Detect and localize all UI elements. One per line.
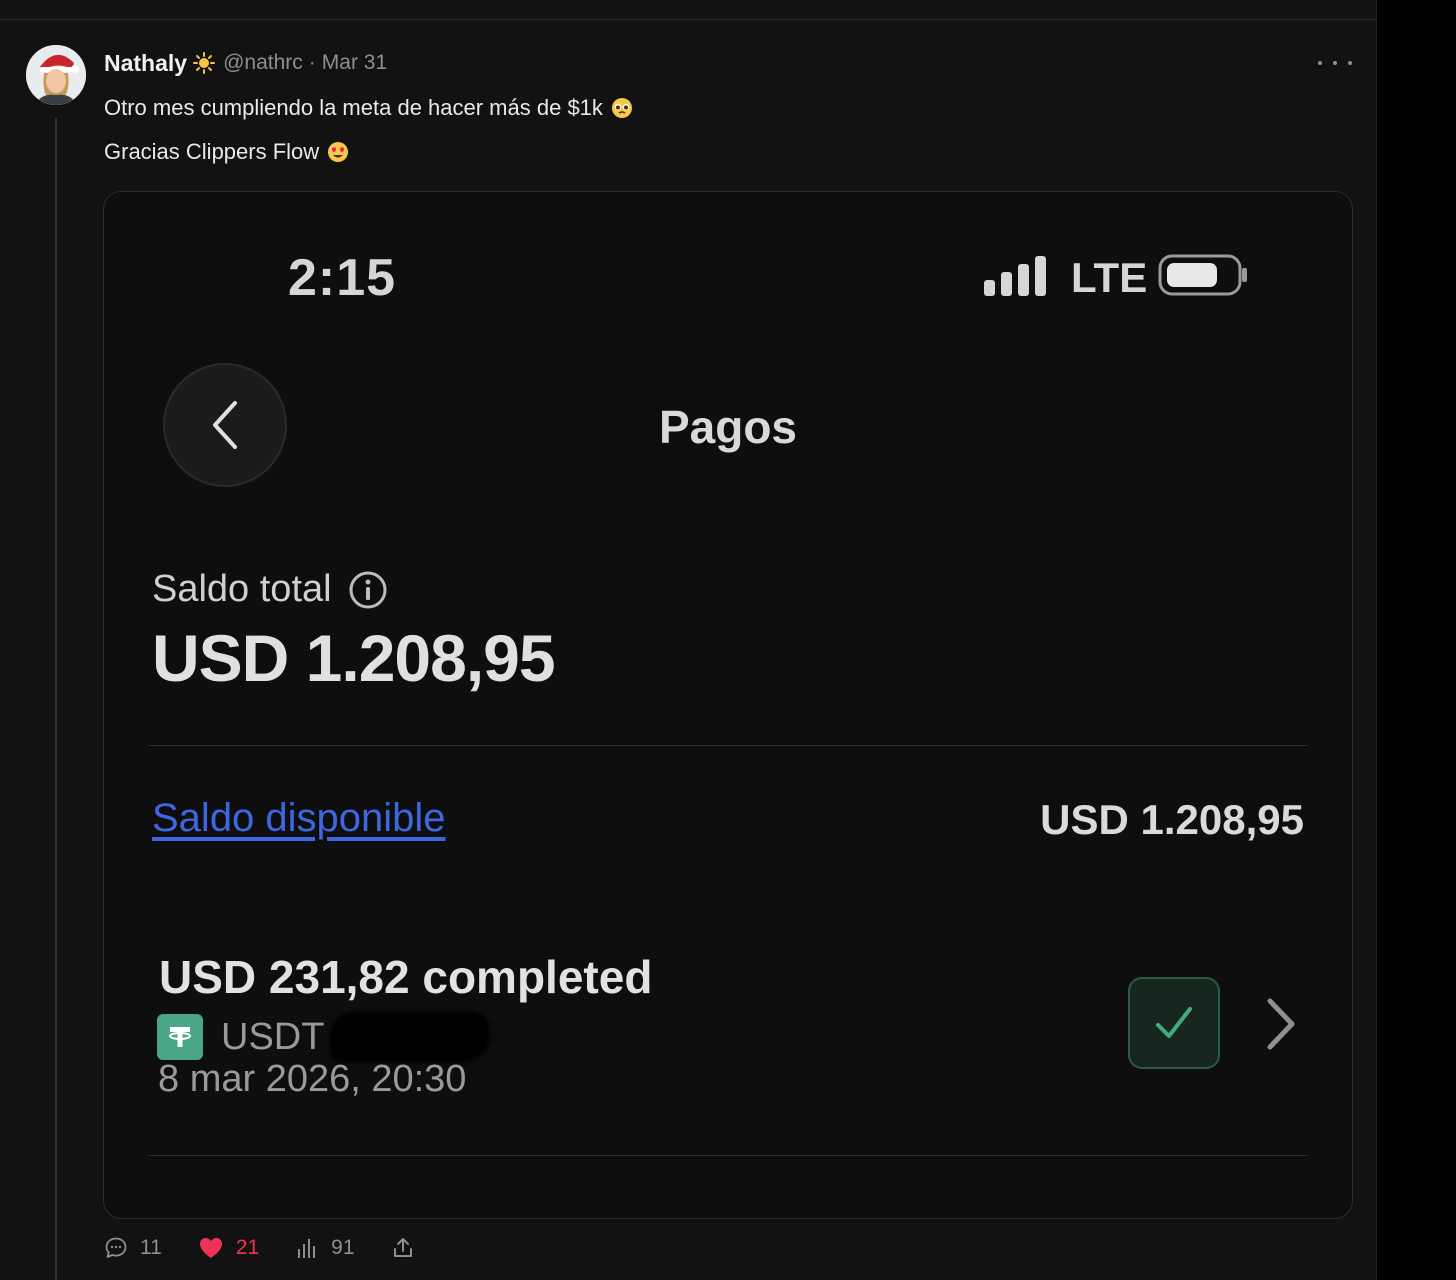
transaction-amount[interactable]: USD 231,82 completed xyxy=(159,950,652,1004)
transaction-currency: USDT xyxy=(221,1015,325,1058)
author-handle[interactable]: @nathrc xyxy=(223,51,303,75)
separator-dot: · xyxy=(308,51,316,74)
post-text: Otro mes cumpliendo la meta de hacer más… xyxy=(104,95,603,120)
screen-title: Pagos xyxy=(658,401,798,453)
post-feed: Nathaly @nathrc · Mar 31 Otro mes cumpli… xyxy=(0,0,1377,1280)
share-icon xyxy=(393,1238,412,1257)
share-button[interactable] xyxy=(391,1236,427,1260)
post-text: Gracias Clippers Flow xyxy=(104,139,320,164)
bar-chart-icon xyxy=(298,1239,316,1258)
views-button[interactable]: 91 xyxy=(295,1236,355,1260)
network-type: LTE xyxy=(1071,254,1148,301)
balance-label: Saldo total xyxy=(152,568,332,610)
balance-value: USD 1.208,95 xyxy=(152,621,556,695)
like-button[interactable]: 21 xyxy=(198,1236,259,1260)
author-name[interactable]: Nathaly xyxy=(104,50,187,77)
heart-icon xyxy=(199,1238,222,1258)
balance-label-row: Saldo total xyxy=(152,568,388,611)
view-count: 91 xyxy=(331,1236,355,1259)
post-text-line-2: Gracias Clippers Flow xyxy=(104,139,349,165)
redaction-mark xyxy=(330,1012,491,1062)
like-count: 21 xyxy=(235,1236,260,1259)
sun-icon xyxy=(193,52,216,74)
reply-button[interactable]: 11 xyxy=(104,1236,162,1260)
tether-icon xyxy=(157,1014,203,1060)
battery-icon xyxy=(1158,254,1247,296)
reply-count: 11 xyxy=(140,1236,162,1259)
post-date[interactable]: Mar 31 xyxy=(322,51,387,75)
completed-status-icon xyxy=(1128,977,1220,1069)
pleading-face-emoji xyxy=(611,97,633,119)
post-image[interactable]: 2:15 LTE Pagos Saldo total USD 1.208,95 … xyxy=(103,191,1353,1219)
thread-line xyxy=(55,118,57,1280)
status-time: 2:15 xyxy=(288,249,397,307)
chevron-right-icon[interactable] xyxy=(1262,997,1298,1051)
reply-icon xyxy=(105,1237,127,1258)
signal-icon xyxy=(984,256,1046,296)
divider xyxy=(148,745,1308,746)
available-balance-value: USD 1.208,95 xyxy=(1040,796,1304,843)
divider xyxy=(148,1155,1308,1156)
checkmark-icon xyxy=(1156,1007,1192,1038)
heart-eyes-emoji xyxy=(327,141,349,163)
available-balance-link[interactable]: Saldo disponible xyxy=(152,796,446,841)
transaction-currency-row: USDT xyxy=(157,1012,491,1062)
post-actions: 11 21 91 xyxy=(104,1232,463,1264)
transaction-date: 8 mar 2026, 20:30 xyxy=(158,1058,467,1100)
more-options-icon[interactable] xyxy=(1318,50,1352,76)
post-header: Nathaly @nathrc · Mar 31 xyxy=(104,48,387,78)
info-icon[interactable] xyxy=(348,570,388,610)
post-text-line-1: Otro mes cumpliendo la meta de hacer más… xyxy=(104,95,633,121)
top-divider xyxy=(0,19,1376,20)
avatar[interactable] xyxy=(26,45,86,105)
